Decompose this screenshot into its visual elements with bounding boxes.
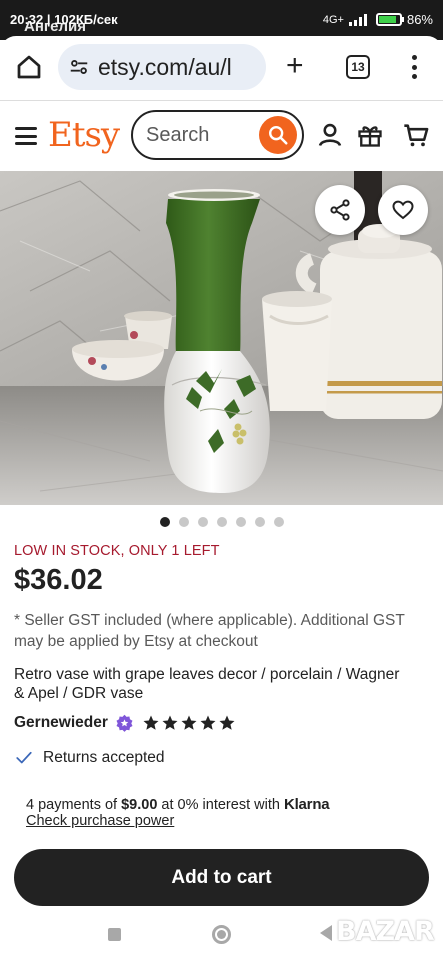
- more-menu-icon[interactable]: [404, 52, 424, 82]
- home-button[interactable]: [212, 925, 231, 944]
- product-image[interactable]: [0, 171, 443, 505]
- rating-stars[interactable]: [142, 714, 236, 732]
- home-icon[interactable]: [14, 52, 44, 82]
- gift-icon[interactable]: [356, 121, 384, 149]
- signal-label: 4G+: [322, 13, 344, 26]
- product-title: Retro vase with grape leaves decor / por…: [14, 666, 400, 702]
- heart-icon: [392, 200, 414, 220]
- cart-icon[interactable]: [402, 121, 430, 149]
- returns-row: Returns accepted: [14, 749, 165, 767]
- status-icons: 4G+ 86%: [323, 12, 433, 27]
- site-header: Etsy: [0, 101, 443, 171]
- star-icon: [200, 715, 216, 730]
- seller-row: Gernewieder: [14, 712, 236, 734]
- check-purchase-power-link[interactable]: Check purchase power: [26, 813, 174, 829]
- image-pagination[interactable]: [0, 517, 443, 527]
- system-nav-bar: BAZAR: [0, 912, 443, 960]
- add-to-cart-button[interactable]: Add to cart: [14, 849, 429, 906]
- watermark-logo: BAZAR: [336, 916, 435, 947]
- hamburger-menu-icon[interactable]: [15, 127, 37, 145]
- star-seller-badge-icon[interactable]: [115, 714, 134, 733]
- pagination-dot[interactable]: [235, 517, 246, 527]
- share-icon: [330, 199, 350, 221]
- gst-note: * Seller GST included (where applicable)…: [14, 612, 405, 650]
- search-button[interactable]: [259, 116, 297, 154]
- price: $36.02: [14, 564, 103, 596]
- signal-icon: [348, 13, 367, 26]
- account-icon[interactable]: [316, 121, 344, 149]
- address-bar[interactable]: etsy.com/au/l: [58, 44, 266, 90]
- favorite-button[interactable]: [378, 185, 428, 235]
- star-icon: [143, 715, 159, 730]
- battery-icon: [375, 13, 404, 26]
- recents-button[interactable]: [108, 928, 121, 941]
- pagination-dot[interactable]: [159, 517, 170, 527]
- browser-toolbar: etsy.com/au/l + 13: [0, 36, 443, 100]
- vase-photo: [0, 171, 443, 505]
- star-icon: [219, 715, 235, 730]
- new-tab-icon[interactable]: +: [286, 51, 304, 81]
- pagination-dot[interactable]: [216, 517, 227, 527]
- search-input[interactable]: [146, 123, 256, 147]
- tab-switcher-button[interactable]: 13: [346, 55, 370, 79]
- status-bar: 20:32 | 102КБ/сек Ангелия 4G+ 86%: [0, 0, 443, 40]
- etsy-logo[interactable]: Etsy: [48, 115, 120, 155]
- seller-link[interactable]: Gernewieder: [14, 714, 108, 732]
- carrier-overlay-text: Ангелия: [24, 18, 86, 35]
- pagination-dot[interactable]: [273, 517, 284, 527]
- stock-notice: LOW IN STOCK, ONLY 1 LEFT: [14, 543, 220, 559]
- checkmark-icon: [16, 751, 32, 764]
- url-text[interactable]: etsy.com/au/l: [98, 54, 264, 81]
- pagination-dot[interactable]: [178, 517, 189, 527]
- installment-amount: $9.00: [121, 797, 158, 813]
- klarna-logo: Klarna: [283, 796, 330, 813]
- back-button[interactable]: [320, 925, 332, 941]
- search-box[interactable]: [131, 110, 304, 160]
- site-settings-icon[interactable]: [68, 56, 90, 78]
- klarna-offer: 4 payments of $9.00 at 0% interest with …: [26, 796, 330, 813]
- returns-text: Returns accepted: [43, 749, 165, 766]
- search-icon: [269, 126, 288, 145]
- star-icon: [162, 715, 178, 730]
- battery-percent: 86%: [406, 12, 433, 27]
- share-button[interactable]: [315, 185, 365, 235]
- pagination-dot[interactable]: [197, 517, 208, 527]
- pagination-dot[interactable]: [254, 517, 265, 527]
- star-icon: [181, 715, 197, 730]
